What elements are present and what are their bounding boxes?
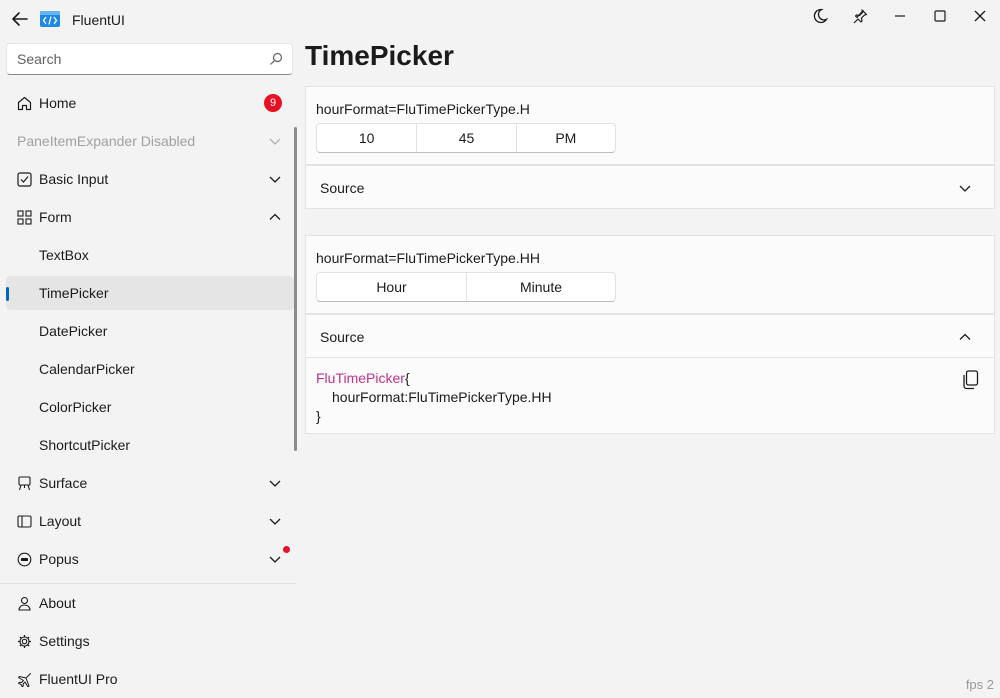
source-expander-2[interactable]: Source <box>305 314 995 358</box>
maximize-button[interactable] <box>927 5 953 27</box>
sidebar-item-label: ColorPicker <box>39 399 112 415</box>
example-card-hh: hourFormat=FluTimePickerType.HH Hour Min… <box>305 235 995 314</box>
chevron-down-icon <box>269 138 281 145</box>
checkbox-icon <box>16 171 32 187</box>
sidebar-item-popus[interactable]: Popus <box>6 542 294 576</box>
sidebar-item-colorpicker[interactable]: ColorPicker <box>6 390 294 424</box>
source-code-panel: FluTimePicker{ hourFormat:FluTimePickerT… <box>305 357 995 434</box>
copy-icon <box>963 370 979 390</box>
app-logo-icon <box>40 11 60 27</box>
sidebar-item-timepicker[interactable]: TimePicker <box>6 276 294 310</box>
sidebar-item-layout[interactable]: Layout <box>6 504 294 538</box>
airplane-icon <box>16 671 32 687</box>
sidebar-item-form[interactable]: Form <box>6 200 294 234</box>
sidebar-item-label: ShortcutPicker <box>39 437 131 453</box>
sidebar-item-disabled-expander: PaneItemExpander Disabled <box>6 124 294 158</box>
code-open-brace: { <box>404 370 410 386</box>
sidebar-divider <box>0 583 296 584</box>
notification-dot <box>283 546 290 553</box>
gear-icon <box>16 633 32 649</box>
hour-segment[interactable]: Hour <box>317 273 466 301</box>
minimize-button[interactable] <box>887 5 913 27</box>
chevron-down-icon <box>269 480 281 487</box>
chevron-down-icon <box>269 556 281 563</box>
copy-button[interactable] <box>962 370 980 390</box>
chevron-down-icon <box>269 176 281 183</box>
code-close-brace: } <box>316 408 321 424</box>
minute-segment[interactable]: Minute <box>466 273 615 301</box>
back-button[interactable] <box>10 9 30 29</box>
search-icon <box>270 52 283 65</box>
sidebar-item-label: Home <box>39 95 77 111</box>
example-card-h: hourFormat=FluTimePickerType.H 10 45 PM <box>305 86 995 165</box>
chevron-down-icon <box>269 518 281 525</box>
search-box[interactable] <box>6 43 293 75</box>
close-button[interactable] <box>967 5 993 27</box>
sidebar-item-shortcutpicker[interactable]: ShortcutPicker <box>6 428 294 462</box>
ampm-segment[interactable]: PM <box>515 124 615 152</box>
sidebar-item-label: TimePicker <box>39 285 109 301</box>
sidebar-item-label: TextBox <box>39 247 89 263</box>
app-title: FluentUI <box>72 12 125 28</box>
code-keyword: FluTimePicker <box>316 370 405 386</box>
example-caption: hourFormat=FluTimePickerType.HH <box>316 250 540 266</box>
arrow-left-icon <box>12 12 28 26</box>
chevron-up-icon <box>269 213 281 220</box>
page-title: TimePicker <box>305 40 454 71</box>
sidebar-item-about[interactable]: About <box>6 586 294 620</box>
notification-badge: 9 <box>264 94 282 112</box>
sidebar-item-label: About <box>39 595 76 611</box>
pin-button[interactable] <box>847 5 873 27</box>
minute-segment[interactable]: 45 <box>416 124 515 152</box>
minimize-icon <box>895 15 905 17</box>
easel-icon <box>16 475 32 491</box>
chevron-down-icon <box>959 185 971 192</box>
source-label: Source <box>320 180 365 196</box>
code-line: hourFormat:FluTimePickerType.HH <box>332 389 552 405</box>
sidebar-item-label: Settings <box>39 633 90 649</box>
hour-segment[interactable]: 10 <box>317 124 416 152</box>
sidebar-item-settings[interactable]: Settings <box>6 624 294 658</box>
source-expander-1[interactable]: Source <box>305 165 995 209</box>
example-caption: hourFormat=FluTimePickerType.H <box>316 101 530 117</box>
sidebar-item-surface[interactable]: Surface <box>6 466 294 500</box>
sidebar-item-home[interactable]: Home 9 <box>6 86 294 120</box>
sidebar-item-calendarpicker[interactable]: CalendarPicker <box>6 352 294 386</box>
sidebar-item-label: Form <box>39 209 72 225</box>
sidebar-scrollbar[interactable] <box>294 127 297 451</box>
title-bar: FluentUI <box>0 0 1000 38</box>
maximize-icon <box>934 10 946 22</box>
theme-toggle-button[interactable] <box>807 5 833 27</box>
sidebar-item-label: PaneItemExpander Disabled <box>17 133 196 149</box>
pin-icon <box>853 9 868 24</box>
sidebar-item-datepicker[interactable]: DatePicker <box>6 314 294 348</box>
sidebar-item-label: Basic Input <box>39 171 109 187</box>
sidebar-item-label: Popus <box>39 551 79 567</box>
sidebar-item-fluentui-pro[interactable]: FluentUI Pro <box>6 662 294 696</box>
time-picker-h[interactable]: 10 45 PM <box>316 123 616 153</box>
sidebar-item-label: CalendarPicker <box>39 361 135 377</box>
sidebar-item-label: Surface <box>39 475 88 491</box>
person-icon <box>16 595 32 611</box>
home-icon <box>16 95 32 111</box>
sidebar-item-textbox[interactable]: TextBox <box>6 238 294 272</box>
sidebar-item-label: DatePicker <box>39 323 108 339</box>
sidebar-item-label: Layout <box>39 513 82 529</box>
layout-icon <box>16 513 32 529</box>
search-input[interactable] <box>17 51 257 67</box>
chevron-up-icon <box>959 333 971 340</box>
moon-icon <box>813 8 828 24</box>
sidebar-item-basic-input[interactable]: Basic Input <box>6 162 294 196</box>
popup-icon <box>16 551 32 567</box>
time-picker-hh[interactable]: Hour Minute <box>316 272 616 302</box>
close-icon <box>974 10 986 22</box>
selection-indicator <box>6 287 9 301</box>
grid-icon <box>16 209 32 225</box>
sidebar-item-label: FluentUI Pro <box>39 671 118 687</box>
source-label: Source <box>320 329 365 345</box>
code-block: FluTimePicker{ hourFormat:FluTimePickerT… <box>316 369 552 426</box>
fps-counter: fps 2 <box>965 677 994 692</box>
